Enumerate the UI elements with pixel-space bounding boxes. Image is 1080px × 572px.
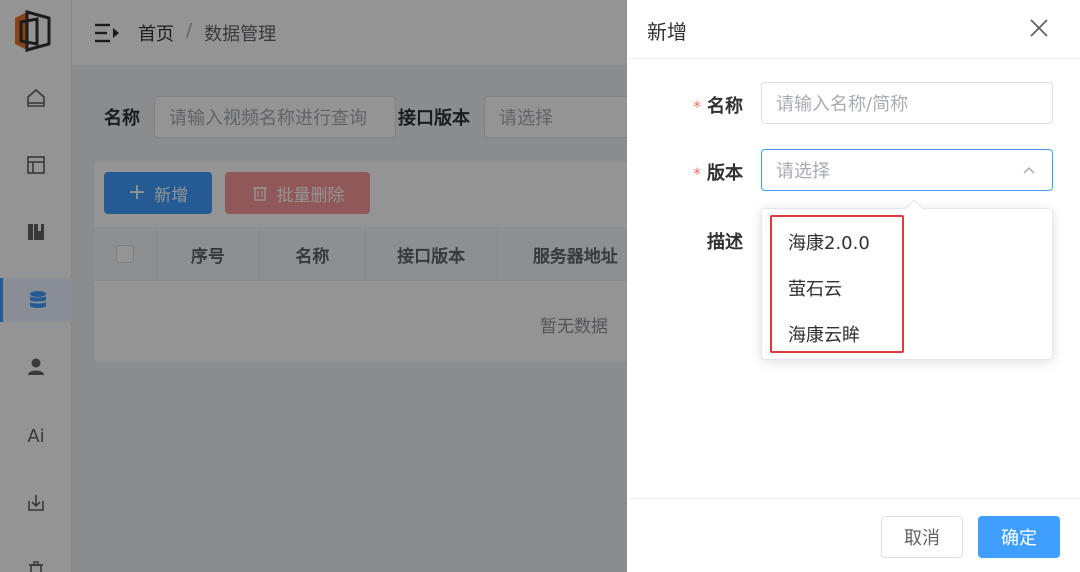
version-field-label: * 版本: [693, 163, 743, 184]
name-field[interactable]: 请输入名称/简称: [761, 82, 1053, 124]
chevron-up-icon: [1023, 166, 1035, 174]
modal-overlay[interactable]: [0, 0, 627, 572]
highlight-box: [770, 215, 904, 353]
confirm-button[interactable]: 确定: [978, 516, 1060, 558]
cancel-button[interactable]: 取消: [881, 516, 963, 558]
close-icon[interactable]: [1027, 16, 1051, 40]
name-field-label: * 名称: [693, 96, 743, 117]
drawer-title: 新增: [647, 20, 687, 44]
required-mark: *: [693, 164, 701, 183]
description-field-label: 描述: [707, 232, 743, 253]
version-select-placeholder: 请选择: [776, 161, 830, 182]
version-select[interactable]: 请选择: [761, 149, 1053, 191]
footer-divider: [627, 498, 1080, 499]
header-divider: [627, 58, 1080, 59]
dropdown-arrow: [905, 199, 923, 217]
version-dropdown: 海康2.0.0 萤石云 海康云眸: [761, 199, 1053, 360]
add-drawer: 新增 * 名称 请输入名称/简称 * 版本 请选择 描述 海康2.0.0 萤石云 海…: [627, 0, 1080, 572]
required-mark: *: [693, 97, 701, 116]
